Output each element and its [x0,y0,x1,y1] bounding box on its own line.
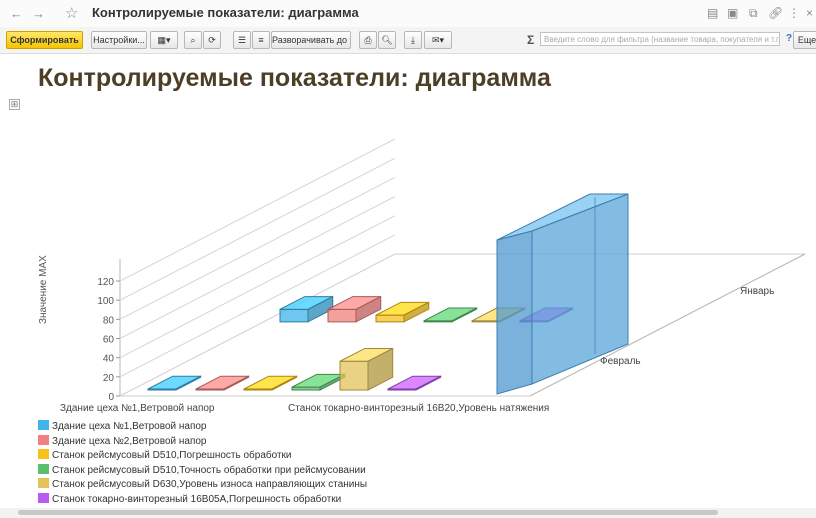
x-label-2: Станок токарно-винторезный 16В20,Уровень… [288,403,549,414]
preview-icon[interactable]: 🔍︎ [378,31,396,49]
help-button[interactable]: ? [786,33,792,44]
horizontal-scrollbar[interactable] [0,508,816,518]
variants-dropdown-icon[interactable]: ▦▾ [150,31,178,49]
send-mail-icon[interactable]: ✉▾ [424,31,452,49]
y-tick-label: 40 [103,354,115,365]
legend-swatch [38,463,49,474]
bar-wall-front [496,230,533,395]
legend-swatch [38,420,49,430]
bar-front [327,308,357,323]
copy-icon[interactable]: ⧉ [749,6,758,21]
depth-label-2: Февраль [600,356,641,367]
link-icon[interactable]: 🔗︎ [768,6,783,20]
expand-to-label: Разворачивать до [272,35,348,45]
settings-button[interactable]: Настройки... [91,31,147,49]
window-titlebar: ← → ☆ Контролируемые показатели: диаграм… [0,0,816,28]
y-axis-label: Значение MAX [38,255,49,324]
legend-item: Здание цеха №2,Ветровой напор [38,434,367,450]
legend-label: Станок рейсмусовый D510,Точность обработ… [52,464,366,476]
print-icon[interactable]: ⎙ [359,31,377,49]
legend-label: Станок токарно-винторезный 16В05А,Погреш… [52,493,342,505]
legend-item: Станок рейсмусовый D510,Точность обработ… [38,463,367,479]
legend-swatch [38,449,49,459]
forward-arrow-icon[interactable]: → [32,6,45,21]
legend-item: Станок рейсмусовый D510,Погрешность обра… [38,449,367,464]
report-area: ⊞ Контролируемые показатели: диаграмма 0… [0,54,816,518]
bar-front [339,360,369,391]
legend-item: Станок токарно-винторезный 16В05А,Погреш… [38,492,367,508]
more-vert-icon[interactable]: ⋮ [788,6,800,20]
x-label-1: Здание цеха №1,Ветровой напор [60,403,215,414]
bar-front [279,308,309,323]
y-tick-label: 80 [103,315,115,326]
generate-button[interactable]: Сформировать [6,31,83,49]
save-icon[interactable]: ⤓ [404,31,422,49]
y-tick-label: 120 [97,277,114,288]
report-toolbar: Сформировать Настройки... ▦▾ ⌕ ⟳ ☰ ≡ Раз… [0,27,816,54]
chart-floor [119,253,806,397]
expand-to-dropdown[interactable]: Разворачивать до ▾ [271,31,351,49]
group-icon[interactable]: ☰ [233,31,251,49]
legend-label: Здание цеха №2,Ветровой напор [52,435,207,447]
y-tick-label: 60 [103,335,115,346]
printer-icon[interactable]: ▤ [707,6,718,20]
legend-label: Станок рейсмусовый D630,Уровень износа н… [52,479,368,490]
group-level-icon[interactable]: ≡ [252,31,270,49]
y-tick-label: 0 [108,392,114,403]
depth-label-1: Январь [740,286,774,297]
back-arrow-icon[interactable]: ← [10,6,23,21]
grid-line [119,138,396,282]
close-icon[interactable]: × [806,6,813,20]
document-icon[interactable]: ▣ [727,6,738,20]
chart-legend: Здание цеха №1,Ветровой напор Здание цеха… [38,420,367,507]
sum-icon[interactable]: Σ [527,33,534,47]
window-title: Контролируемые показатели: диаграмма [92,5,359,20]
legend-swatch [38,434,49,445]
filter-input[interactable]: Введите слово для фильтра (название това… [540,32,780,46]
legend-swatch [38,478,49,488]
favorite-star-icon[interactable]: ☆ [65,4,78,22]
y-tick-label: 20 [103,373,115,384]
more-button[interactable]: Еще [793,31,816,49]
legend-swatch [38,492,49,503]
legend-label: Станок рейсмусовый D510,Погрешность обра… [52,450,292,461]
search-icon[interactable]: ⌕ [184,31,202,49]
y-tick-labels: 0 20 40 60 80 100 120 [97,277,114,403]
legend-item: Здание цеха №1,Ветровой напор [38,420,367,435]
legend-label: Здание цеха №1,Ветровой напор [52,421,207,432]
bar-front [375,314,405,323]
y-tick-label: 100 [97,296,114,307]
scrollbar-thumb[interactable] [18,510,718,515]
legend-item: Станок рейсмусовый D630,Уровень износа н… [38,478,367,493]
search-replace-icon[interactable]: ⟳ [203,31,221,49]
